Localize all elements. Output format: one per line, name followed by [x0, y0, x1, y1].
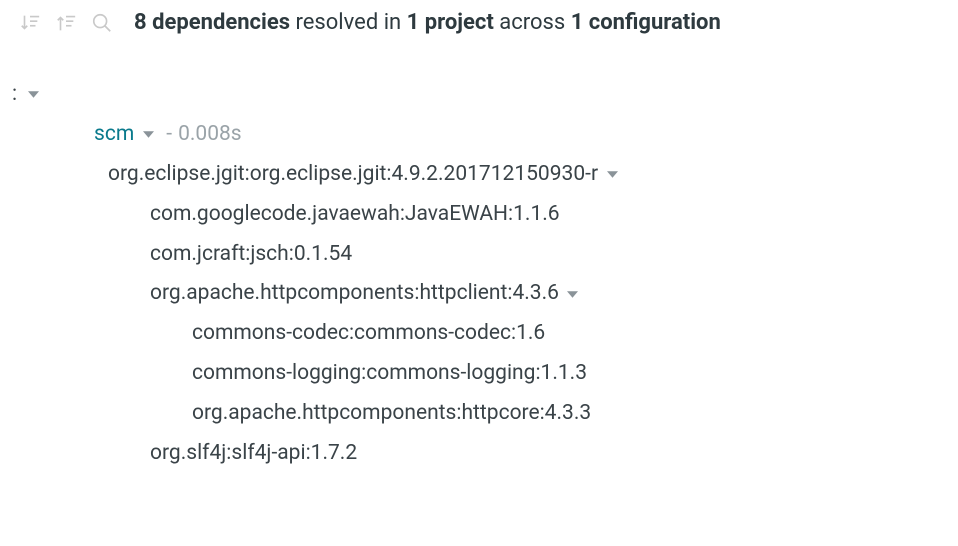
toolbar: 8 dependencies resolved in 1 project acr…	[0, 0, 958, 45]
sort-down-icon[interactable]	[18, 11, 42, 35]
config-name: scm	[94, 115, 134, 155]
config-timing: 0.008s	[178, 115, 242, 155]
dep-slf4j: org.slf4j:slf4j-api:1.7.2	[150, 434, 357, 474]
dep-httpclient: org.apache.httpcomponents:httpclient:4.3…	[150, 274, 559, 314]
dep-commons-logging: commons-logging:commons-logging:1.1.3	[192, 354, 587, 394]
dep-commons-codec: commons-codec:commons-codec:1.6	[192, 314, 545, 354]
dep-jgit: org.eclipse.jgit:org.eclipse.jgit:4.9.2.…	[108, 155, 598, 195]
chevron-down-icon[interactable]	[565, 286, 581, 302]
tree-root[interactable]: :	[12, 75, 958, 115]
summary-text: 8 dependencies resolved in 1 project acr…	[134, 10, 721, 35]
config-row[interactable]: scm - 0.008s	[12, 115, 958, 155]
dep-httpcore: org.apache.httpcomponents:httpcore:4.3.3	[192, 394, 591, 434]
dependency-tree: : scm - 0.008s org.eclipse.jgit:org.ecli…	[0, 45, 958, 474]
dash: -	[166, 115, 172, 155]
root-label: :	[12, 75, 17, 115]
dep-row[interactable]: commons-logging:commons-logging:1.1.3	[12, 354, 958, 394]
dep-row[interactable]: org.eclipse.jgit:org.eclipse.jgit:4.9.2.…	[12, 155, 958, 195]
dep-jsch: com.jcraft:jsch:0.1.54	[150, 235, 352, 275]
dep-row[interactable]: org.apache.httpcomponents:httpclient:4.3…	[12, 274, 958, 314]
config-count: 1 configuration	[571, 10, 721, 35]
search-icon[interactable]	[90, 11, 114, 35]
dep-row[interactable]: com.googlecode.javaewah:JavaEWAH:1.1.6	[12, 195, 958, 235]
dep-javaewah: com.googlecode.javaewah:JavaEWAH:1.1.6	[150, 195, 560, 235]
sort-up-icon[interactable]	[54, 11, 78, 35]
dep-row[interactable]: org.apache.httpcomponents:httpcore:4.3.3	[12, 394, 958, 434]
dep-row[interactable]: org.slf4j:slf4j-api:1.7.2	[12, 434, 958, 474]
chevron-down-icon[interactable]	[25, 87, 41, 103]
chevron-down-icon[interactable]	[604, 167, 620, 183]
dep-count: 8 dependencies	[134, 10, 290, 35]
dep-row[interactable]: commons-codec:commons-codec:1.6	[12, 314, 958, 354]
project-count: 1 project	[407, 10, 494, 35]
dep-row[interactable]: com.jcraft:jsch:0.1.54	[12, 235, 958, 275]
chevron-down-icon[interactable]	[140, 127, 156, 143]
